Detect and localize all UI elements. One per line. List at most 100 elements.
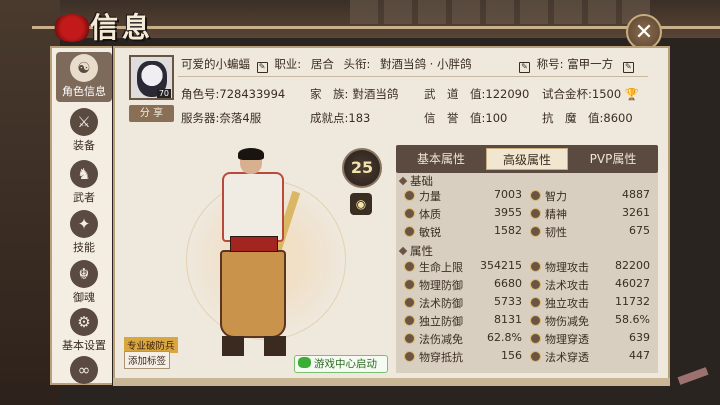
- add-tag-button[interactable]: 添加标签: [124, 351, 171, 369]
- sidebar-item-equipment[interactable]: ⚔ 装备: [56, 106, 112, 156]
- credit-value: 100: [485, 111, 508, 125]
- camera-button[interactable]: ◉: [350, 193, 372, 215]
- stat-row: 物理防御 6680: [404, 277, 522, 294]
- tab-pvp-attributes[interactable]: PVP属性: [572, 148, 654, 170]
- nickname-row: ✎ 称号: 富甲一方 ✎: [516, 56, 637, 73]
- stat-icon: [404, 279, 415, 290]
- stat-icon: [404, 226, 415, 237]
- stat-icon: [530, 279, 541, 290]
- stat-label: 力量: [419, 190, 441, 203]
- tab-advanced-attributes[interactable]: 高级属性: [486, 148, 568, 170]
- stat-row: 精神 3261: [530, 206, 650, 223]
- head-title-value: 對酒当鸽 · 小胖鸽: [380, 57, 472, 71]
- stat-label: 物理攻击: [545, 261, 589, 274]
- stat-label: 韧性: [545, 226, 567, 239]
- stat-row: 物理攻击 82200: [530, 259, 650, 276]
- avatar[interactable]: 70: [129, 55, 174, 100]
- demon-label: 抗 魔 值:: [542, 111, 604, 125]
- character-model[interactable]: [210, 148, 302, 360]
- section-attributes-label: 属性: [410, 244, 433, 258]
- stat-icon: [530, 351, 541, 362]
- stat-row: 法术攻击 46027: [530, 277, 650, 294]
- stat-row: 韧性 675: [530, 224, 650, 241]
- demon-value: 8600: [603, 111, 633, 125]
- stat-label: 生命上限: [419, 261, 463, 274]
- edit-nickname-icon[interactable]: ✎: [622, 62, 634, 73]
- edit-name-icon[interactable]: ✎: [256, 62, 268, 73]
- sidebar-item-label: 装备: [73, 139, 95, 152]
- sidebar-item-soul[interactable]: ☬ 御魂: [56, 258, 112, 308]
- wechat-gamecenter-button[interactable]: 游戏中心启动: [294, 355, 388, 373]
- section-basic: 基础: [398, 173, 433, 189]
- avatar-level: 70: [156, 89, 171, 98]
- stat-row: 力量 7003: [404, 188, 522, 205]
- role-id: 角色号:728433994: [181, 86, 285, 102]
- stat-value: 6680: [494, 277, 522, 290]
- stat-value: 8131: [494, 313, 522, 326]
- equipment-icon: ⚔: [70, 108, 98, 136]
- sidebar-item-skill[interactable]: ✦ 技能: [56, 208, 112, 258]
- family-label: 家 族:: [310, 87, 349, 101]
- stat-value: 46027: [615, 277, 650, 290]
- close-x-icon: ✕: [634, 19, 654, 45]
- stat-label: 法术攻击: [545, 279, 589, 292]
- section-basic-label: 基础: [410, 174, 433, 188]
- wudao-value: 122090: [485, 87, 530, 101]
- stat-row: 法术防御 5733: [404, 295, 522, 312]
- stat-icon: [530, 261, 541, 272]
- character-boot: [264, 336, 286, 356]
- camera-icon: ◉: [355, 197, 367, 211]
- stat-icon: [404, 208, 415, 219]
- stat-value: 58.6%: [615, 313, 650, 326]
- trial-value: 1500: [591, 87, 622, 101]
- stat-row: 独立攻击 11732: [530, 295, 650, 312]
- stat-row: 体质 3955: [404, 206, 522, 223]
- stat-label: 体质: [419, 208, 441, 221]
- stat-row: 敏锐 1582: [404, 224, 522, 241]
- stat-icon: [404, 297, 415, 308]
- player-name: 可爱的小蝙蝠: [181, 57, 250, 71]
- stat-value: 4887: [622, 188, 650, 201]
- sidebar-item-label: 技能: [73, 241, 95, 254]
- stat-label: 物理防御: [419, 279, 463, 292]
- head-title-label: 头衔:: [343, 57, 371, 71]
- stat-row: 法伤减免 62.8%: [404, 331, 522, 348]
- edit-title-icon[interactable]: ✎: [519, 62, 530, 73]
- tab-basic-attributes[interactable]: 基本属性: [400, 148, 482, 170]
- nickname-label: 称号:: [536, 57, 564, 71]
- credit: 信 誉 值:100: [424, 110, 507, 126]
- wudao-label: 武 道 值:: [424, 87, 486, 101]
- role-id-value: 728433994: [219, 87, 286, 101]
- page-title: 信息: [90, 11, 155, 44]
- share-button[interactable]: 分 享: [129, 105, 174, 122]
- stat-row: 独立防御 8131: [404, 313, 522, 330]
- stat-label: 物穿抵抗: [419, 351, 463, 364]
- stat-value: 639: [629, 331, 650, 344]
- demon-resist: 抗 魔 值:8600: [542, 110, 633, 126]
- stat-row: 物伤减免 58.6%: [530, 313, 650, 330]
- stat-icon: [530, 297, 541, 308]
- header-divider: [178, 76, 648, 77]
- stat-value: 3955: [494, 206, 522, 219]
- sidebar: ☯ 角色信息 ⚔ 装备 ♞ 武者 ✦ 技能 ☬ 御魂 ⚙ 基本设置 ∞: [50, 46, 112, 385]
- family-value: 對酒当鸽: [352, 87, 399, 101]
- stat-icon: [404, 190, 415, 201]
- family: 家 族: 對酒当鸽: [310, 86, 398, 102]
- character-belt: [230, 236, 278, 252]
- stat-label: 敏锐: [419, 226, 441, 239]
- stat-label: 物理穿透: [545, 333, 589, 346]
- corner-decoration: [677, 367, 709, 385]
- sidebar-item-more[interactable]: ∞: [56, 354, 112, 384]
- sidebar-item-warrior[interactable]: ♞ 武者: [56, 158, 112, 208]
- stat-icon: [530, 208, 541, 219]
- stat-label: 法术防御: [419, 297, 463, 310]
- role-id-label: 角色号:: [181, 87, 220, 101]
- character-boot: [222, 336, 244, 356]
- sidebar-item-settings[interactable]: ⚙ 基本设置: [56, 306, 112, 356]
- stat-value: 156: [501, 349, 522, 362]
- wechat-button-label: 游戏中心启动: [314, 358, 377, 370]
- close-button[interactable]: ✕: [626, 14, 662, 50]
- character-hair: [238, 148, 264, 160]
- sidebar-item-character[interactable]: ☯ 角色信息: [56, 52, 112, 102]
- achievement-value: 183: [348, 111, 371, 125]
